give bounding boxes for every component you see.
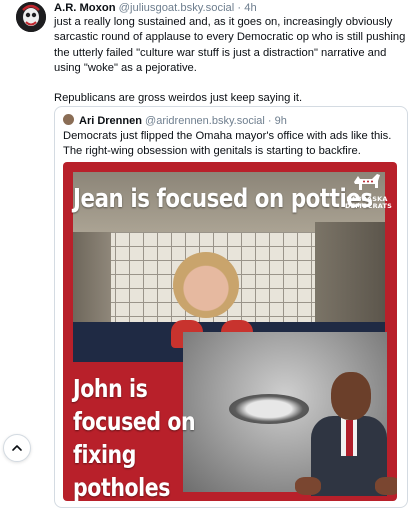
quote-author-handle[interactable]: @aridrennen.bsky.social: [145, 115, 265, 127]
woman-face: [173, 252, 239, 318]
ad-headline-top: Jean is focused on potties: [73, 184, 373, 214]
pothole: [229, 394, 309, 424]
quoted-post-card[interactable]: Ari Drennen @aridrennen.bsky.social · 9h…: [54, 106, 408, 508]
logo-line: DEMOCRATS: [345, 202, 393, 210]
campaign-ad-image[interactable]: Jean is focused on potties John is focus…: [63, 162, 397, 501]
hand: [375, 477, 397, 495]
post-time[interactable]: 4h: [244, 2, 256, 14]
chevron-up-icon: [12, 445, 22, 451]
man-head: [331, 372, 371, 420]
quote-separator: ·: [267, 115, 272, 127]
candidate-portrait: [295, 372, 397, 497]
scroll-to-top-button[interactable]: [3, 434, 31, 462]
quote-header: Ari Drennen @aridrennen.bsky.social · 9h: [63, 114, 287, 128]
header-separator: ·: [237, 2, 242, 14]
post-body: just a really long sustained and, as it …: [54, 15, 408, 106]
post-paragraph: Republicans are gross weirdos just keep …: [54, 92, 303, 105]
red-tie: [346, 420, 353, 456]
quote-author-name[interactable]: Ari Drennen: [79, 115, 142, 127]
author-name[interactable]: A.R. Moxon: [54, 2, 116, 14]
post-paragraph: just a really long sustained and, as it …: [54, 16, 406, 74]
avatar-image: [16, 2, 46, 32]
pothole-photo: [183, 332, 397, 496]
author-avatar[interactable]: [16, 2, 46, 32]
donkey-icon: [354, 174, 380, 190]
author-handle[interactable]: @juliusgoat.bsky.social: [119, 2, 235, 14]
post-header: A.R. Moxon @juliusgoat.bsky.social · 4h: [54, 1, 257, 15]
hand: [295, 477, 321, 495]
ad-headline-bottom: John is focused on fixing potholes: [73, 374, 196, 501]
quote-time[interactable]: 9h: [275, 115, 287, 127]
quote-author-avatar[interactable]: [63, 114, 74, 125]
quote-text: Democrats just flipped the Omaha mayor's…: [63, 130, 392, 158]
nebraska-democrats-logo: NEBRASKA DEMOCRATS: [345, 170, 393, 224]
